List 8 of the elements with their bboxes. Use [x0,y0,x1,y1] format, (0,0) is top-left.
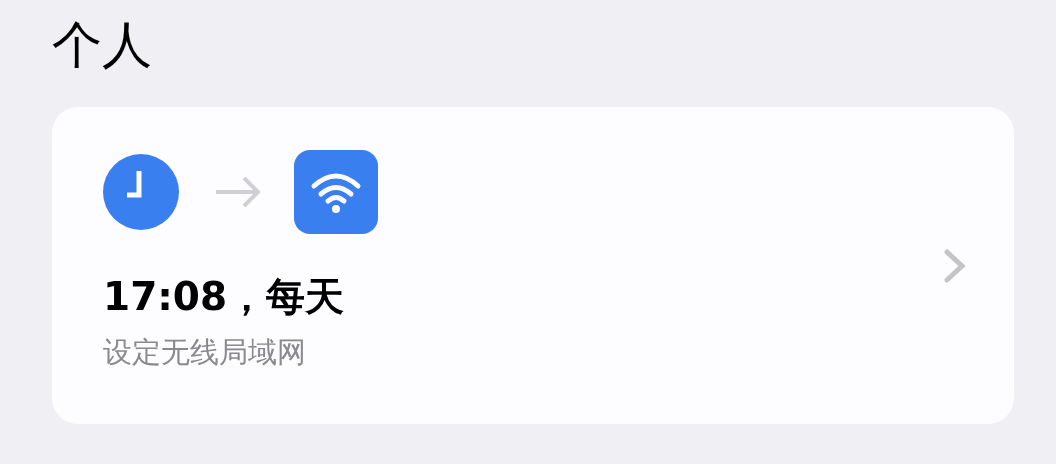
chevron-icon[interactable] [944,248,966,283]
clock-icon [103,153,179,230]
automation-card[interactable]: 17:08，每天 设定无线局域网 [52,107,1014,424]
automation-summary: 17:08，每天 [103,272,346,321]
section-title: 个人 [52,15,153,76]
automation-action: 设定无线局域网 [103,333,307,371]
wifi-icon [294,149,378,234]
arrow-icon [214,174,262,209]
